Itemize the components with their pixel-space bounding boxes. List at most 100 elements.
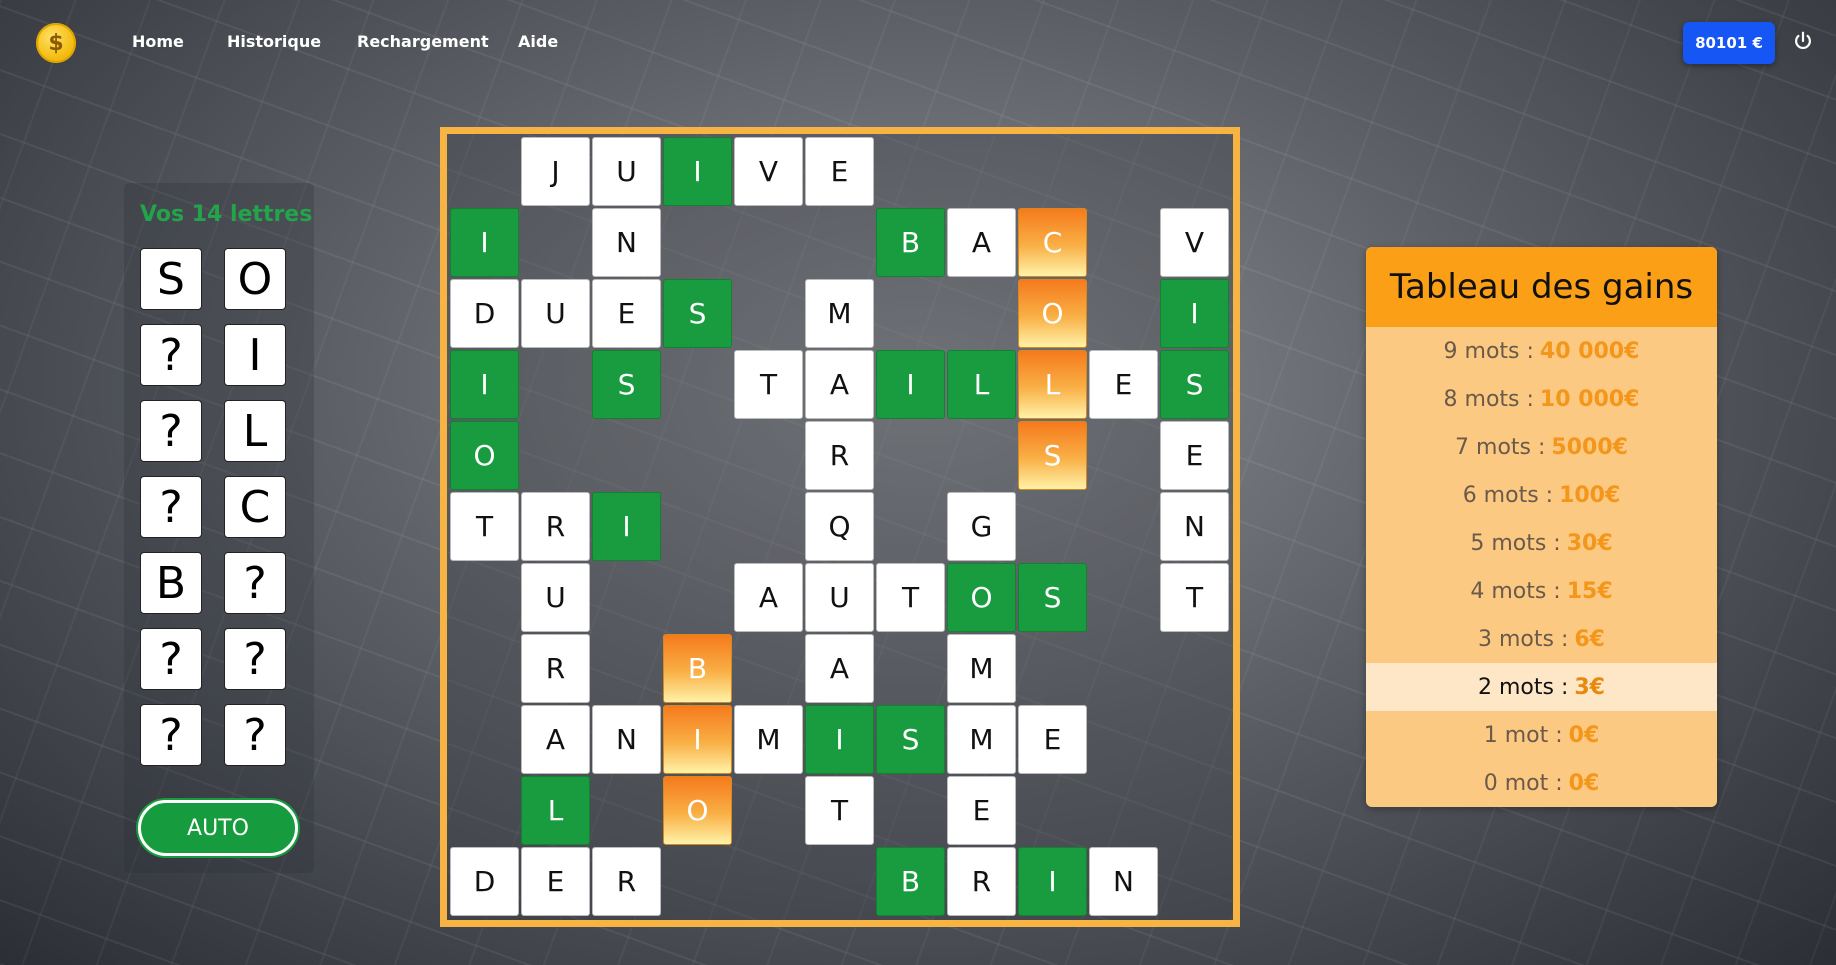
board-cell[interactable]: T [1160, 563, 1229, 632]
board-cell[interactable]: I [450, 350, 519, 419]
board-cell[interactable]: S [592, 350, 661, 419]
board-cell[interactable]: O [450, 421, 519, 490]
rack-tile[interactable]: ? [224, 628, 286, 690]
board-cell[interactable]: O [1018, 279, 1087, 348]
board-cell[interactable]: B [663, 634, 732, 703]
board-cell[interactable]: T [805, 776, 874, 845]
auto-button[interactable]: AUTO [138, 800, 298, 856]
board-cell[interactable]: A [805, 634, 874, 703]
board-cell[interactable]: U [592, 137, 661, 206]
board-cell[interactable]: D [450, 847, 519, 916]
balance-button[interactable]: 80101 € [1683, 22, 1775, 64]
board-cell[interactable]: N [1160, 492, 1229, 561]
rack-tile[interactable]: ? [140, 400, 202, 462]
prize-row: 8 mots :10 000€ [1366, 375, 1717, 423]
board-cell[interactable]: A [521, 705, 590, 774]
rack-tile[interactable]: C [224, 476, 286, 538]
prize-row-label: 7 mots : [1455, 434, 1546, 460]
board-cell[interactable]: E [1160, 421, 1229, 490]
board-cell[interactable]: N [1089, 847, 1158, 916]
nav-home[interactable]: Home [132, 32, 184, 51]
board-cell[interactable]: I [805, 705, 874, 774]
board-cell[interactable]: O [947, 563, 1016, 632]
board-cell[interactable]: S [1018, 421, 1087, 490]
board-cell[interactable]: B [876, 208, 945, 277]
board-cell[interactable]: R [592, 847, 661, 916]
board-cell[interactable]: A [734, 563, 803, 632]
power-icon[interactable] [1792, 30, 1814, 52]
board-cell[interactable]: Q [805, 492, 874, 561]
board-cell[interactable]: I [592, 492, 661, 561]
board-cell[interactable]: M [805, 279, 874, 348]
board-cell[interactable]: L [947, 350, 1016, 419]
rack-tile[interactable]: L [224, 400, 286, 462]
board-cell[interactable]: U [521, 563, 590, 632]
prize-row: 0 mot :0€ [1366, 759, 1717, 807]
board-cell[interactable]: I [876, 350, 945, 419]
board-cell[interactable]: A [947, 208, 1016, 277]
nav-aide[interactable]: Aide [518, 32, 558, 51]
rack-tile[interactable]: ? [224, 704, 286, 766]
board-cell[interactable]: R [947, 847, 1016, 916]
board-cell[interactable]: E [1018, 705, 1087, 774]
rack-tile[interactable]: ? [224, 552, 286, 614]
board-cell[interactable]: T [450, 492, 519, 561]
board-cell[interactable]: O [663, 776, 732, 845]
dollar-coin-icon[interactable]: $ [36, 23, 76, 63]
board-cell[interactable]: I [1160, 279, 1229, 348]
board-cell[interactable]: R [521, 492, 590, 561]
board-cell[interactable]: E [592, 279, 661, 348]
board-cell[interactable]: S [1160, 350, 1229, 419]
prize-row: 2 mots :3€ [1366, 663, 1717, 711]
board-cell[interactable]: U [805, 563, 874, 632]
board-cell[interactable]: R [805, 421, 874, 490]
rack-tile[interactable]: ? [140, 476, 202, 538]
board-cell[interactable]: I [663, 137, 732, 206]
board-cell[interactable]: S [1018, 563, 1087, 632]
rack-tile[interactable]: ? [140, 704, 202, 766]
board-cell[interactable]: S [876, 705, 945, 774]
board-cell[interactable]: M [947, 634, 1016, 703]
board-cell[interactable]: I [663, 705, 732, 774]
board-cell[interactable]: E [1089, 350, 1158, 419]
rack-tile[interactable]: S [140, 248, 202, 310]
board-cell[interactable]: B [876, 847, 945, 916]
board-cell[interactable]: S [663, 279, 732, 348]
board-cell[interactable]: U [521, 279, 590, 348]
nav-historique[interactable]: Historique [227, 32, 321, 51]
rack-tile[interactable]: I [224, 324, 286, 386]
prize-row: 7 mots :5000€ [1366, 423, 1717, 471]
board-cell[interactable]: L [1018, 350, 1087, 419]
rack-tile[interactable]: B [140, 552, 202, 614]
rack-tile[interactable]: ? [140, 628, 202, 690]
board-cell[interactable]: A [805, 350, 874, 419]
prize-row-label: 4 mots : [1470, 578, 1561, 604]
board-cell[interactable]: J [521, 137, 590, 206]
board-cell[interactable]: R [521, 634, 590, 703]
prize-row-amount: 0€ [1568, 770, 1600, 796]
board-cell[interactable]: T [876, 563, 945, 632]
board-cell[interactable]: E [521, 847, 590, 916]
board-cell[interactable]: I [450, 208, 519, 277]
board-cell[interactable]: M [734, 705, 803, 774]
board-cell[interactable]: E [947, 776, 1016, 845]
board-cell[interactable]: T [734, 350, 803, 419]
board-cell[interactable]: G [947, 492, 1016, 561]
board-cell[interactable]: L [521, 776, 590, 845]
board-cell[interactable]: C [1018, 208, 1087, 277]
board-cell[interactable]: V [1160, 208, 1229, 277]
board-cell[interactable]: N [592, 208, 661, 277]
rack-tile[interactable]: ? [140, 324, 202, 386]
board-cell[interactable]: E [805, 137, 874, 206]
rack-tile[interactable]: O [224, 248, 286, 310]
nav-rechargement[interactable]: Rechargement [357, 32, 489, 51]
prize-row: 4 mots :15€ [1366, 567, 1717, 615]
board-cell[interactable]: M [947, 705, 1016, 774]
prize-table: Tableau des gains 9 mots :40 000€ 8 mots … [1366, 247, 1717, 807]
board-cell[interactable]: N [592, 705, 661, 774]
prize-row-amount: 30€ [1566, 530, 1613, 556]
board-cell[interactable]: D [450, 279, 519, 348]
board-cell[interactable]: V [734, 137, 803, 206]
board-cell[interactable]: I [1018, 847, 1087, 916]
prize-row-amount: 40 000€ [1539, 338, 1640, 364]
